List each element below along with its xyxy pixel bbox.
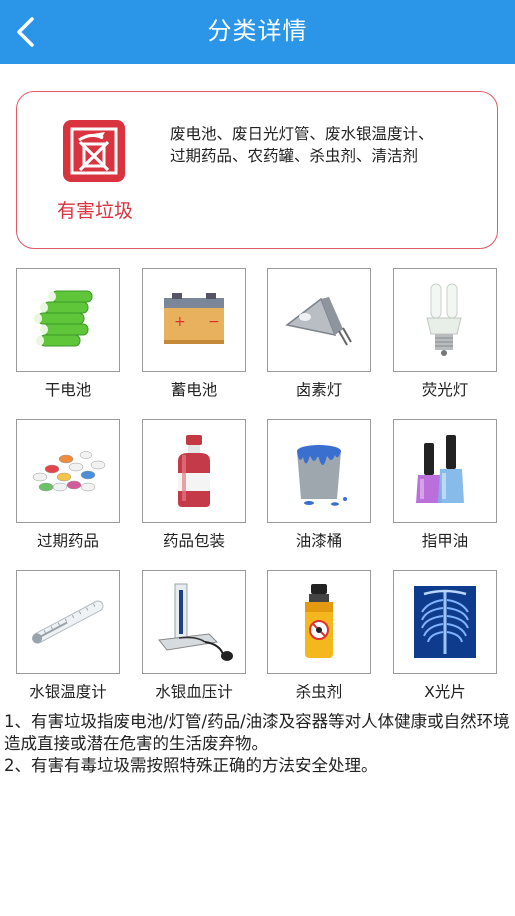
category-name: 有害垃圾	[56, 200, 133, 222]
item-expired-medicine[interactable]: 过期药品	[16, 419, 120, 551]
chevron-left-icon	[17, 17, 34, 47]
item-dry-battery[interactable]: 干电池	[16, 268, 120, 400]
item-x-ray-film[interactable]: X光片	[393, 570, 497, 702]
item-label: 油漆桶	[295, 532, 343, 550]
nail-polish-icon	[416, 435, 464, 503]
item-mercury-sphygmomanometer[interactable]: 水银血压计	[142, 570, 246, 702]
item-image-frame	[393, 419, 497, 523]
item-label: 指甲油	[421, 532, 469, 550]
item-image-frame	[16, 419, 120, 523]
mercury-thermometer-icon	[32, 600, 104, 644]
item-insecticide[interactable]: 杀虫剂	[267, 570, 371, 702]
item-label: X光片	[424, 683, 466, 701]
item-label: 杀虫剂	[295, 683, 343, 701]
item-image-frame: + −	[142, 268, 246, 372]
item-fluorescent-lamp[interactable]: 荧光灯	[393, 268, 497, 400]
item-mercury-thermometer[interactable]: 水银温度计	[16, 570, 120, 702]
svg-text:−: −	[208, 314, 220, 330]
x-ray-film-icon	[414, 586, 476, 658]
item-label: 药品包装	[162, 532, 225, 550]
page-title: 分类详情	[207, 17, 308, 45]
description-line: 过期药品、农药罐、杀虫剂、清洁剂	[170, 147, 419, 165]
item-halogen-lamp[interactable]: 卤素灯	[267, 268, 371, 400]
item-image-frame	[267, 570, 371, 674]
hazardous-waste-icon	[63, 120, 125, 182]
expired-medicine-icon	[32, 451, 106, 492]
medicine-bottle-icon	[178, 435, 210, 507]
item-image-frame	[393, 268, 497, 372]
item-image-frame	[16, 570, 120, 674]
item-label: 水银血压计	[155, 683, 233, 701]
dry-battery-icon	[34, 290, 93, 347]
item-label: 干电池	[44, 381, 92, 399]
item-image-frame	[16, 268, 120, 372]
item-medicine-packaging[interactable]: 药品包装	[142, 419, 246, 551]
item-label: 卤素灯	[295, 381, 343, 399]
item-image-frame	[142, 419, 246, 523]
item-label: 过期药品	[36, 532, 99, 550]
mercury-sphygmomanometer-icon	[158, 583, 233, 661]
paint-bucket-icon	[297, 445, 347, 506]
item-image-frame	[393, 570, 497, 674]
item-grid: 干电池 + − 蓄电池 卤素灯 荧光灯 过期药品 药品包装 油漆桶 指甲油 水银…	[16, 268, 498, 703]
note-text: 2、有害有毒垃圾需按照特殊正确的方法安全处理。	[4, 756, 378, 775]
back-button[interactable]	[10, 12, 46, 52]
item-image-frame	[267, 419, 371, 523]
halogen-lamp-icon	[285, 297, 352, 346]
storage-battery-icon: + −	[164, 293, 224, 344]
item-label: 蓄电池	[170, 381, 218, 399]
item-storage-battery[interactable]: + − 蓄电池	[142, 268, 246, 400]
item-label: 水银温度计	[29, 683, 107, 701]
note-text: 1、有害垃圾指废电池/灯管/药品/油漆及容器等对人体健康或自然环境造成直接或潜在…	[4, 712, 510, 753]
top-app-bar: 分类详情	[0, 0, 515, 64]
category-card: 有害垃圾 废电池、废日光灯管、废水银温度计、 过期药品、农药罐、杀虫剂、清洁剂	[16, 91, 498, 249]
notes-section: 1、有害垃圾指废电池/灯管/药品/油漆及容器等对人体健康或自然环境造成直接或潜在…	[4, 711, 511, 777]
item-image-frame	[142, 570, 246, 674]
item-nail-polish[interactable]: 指甲油	[393, 419, 497, 551]
fluorescent-lamp-icon	[426, 283, 462, 356]
category-description: 废电池、废日光灯管、废水银温度计、 过期药品、农药罐、杀虫剂、清洁剂	[170, 123, 488, 167]
item-image-frame	[267, 268, 371, 372]
description-line: 废电池、废日光灯管、废水银温度计、	[170, 125, 434, 143]
item-paint-bucket[interactable]: 油漆桶	[267, 419, 371, 551]
insecticide-spray-icon	[305, 584, 333, 658]
item-label: 荧光灯	[421, 381, 469, 399]
svg-text:+: +	[174, 314, 186, 330]
